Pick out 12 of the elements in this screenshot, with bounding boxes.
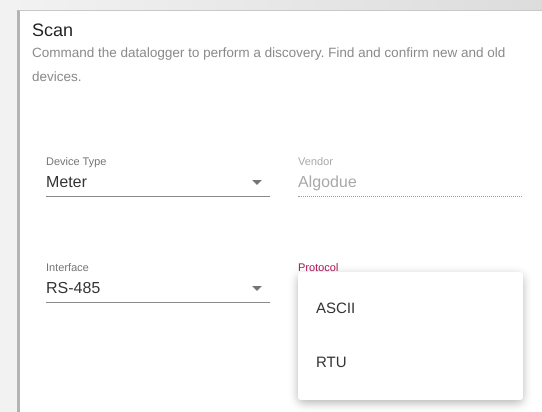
dialog-title: Scan [32, 19, 74, 41]
dialog-description: Command the datalogger to perform a discovery. Find and confirm new and old devices. [32, 44, 506, 86]
select-field[interactable]: Meter [46, 169, 270, 197]
menu-item[interactable]: ASCII [298, 282, 523, 336]
menu-item[interactable]: RTU [298, 336, 523, 390]
field-label: Interface [46, 261, 89, 275]
field-label: Protocol [298, 261, 338, 275]
field-label: Vendor [298, 155, 333, 169]
select-field[interactable]: RS-485 [46, 275, 270, 303]
dropdown-icon [252, 180, 262, 185]
dropdown-icon [252, 286, 262, 291]
field-label: Device Type [46, 155, 106, 169]
